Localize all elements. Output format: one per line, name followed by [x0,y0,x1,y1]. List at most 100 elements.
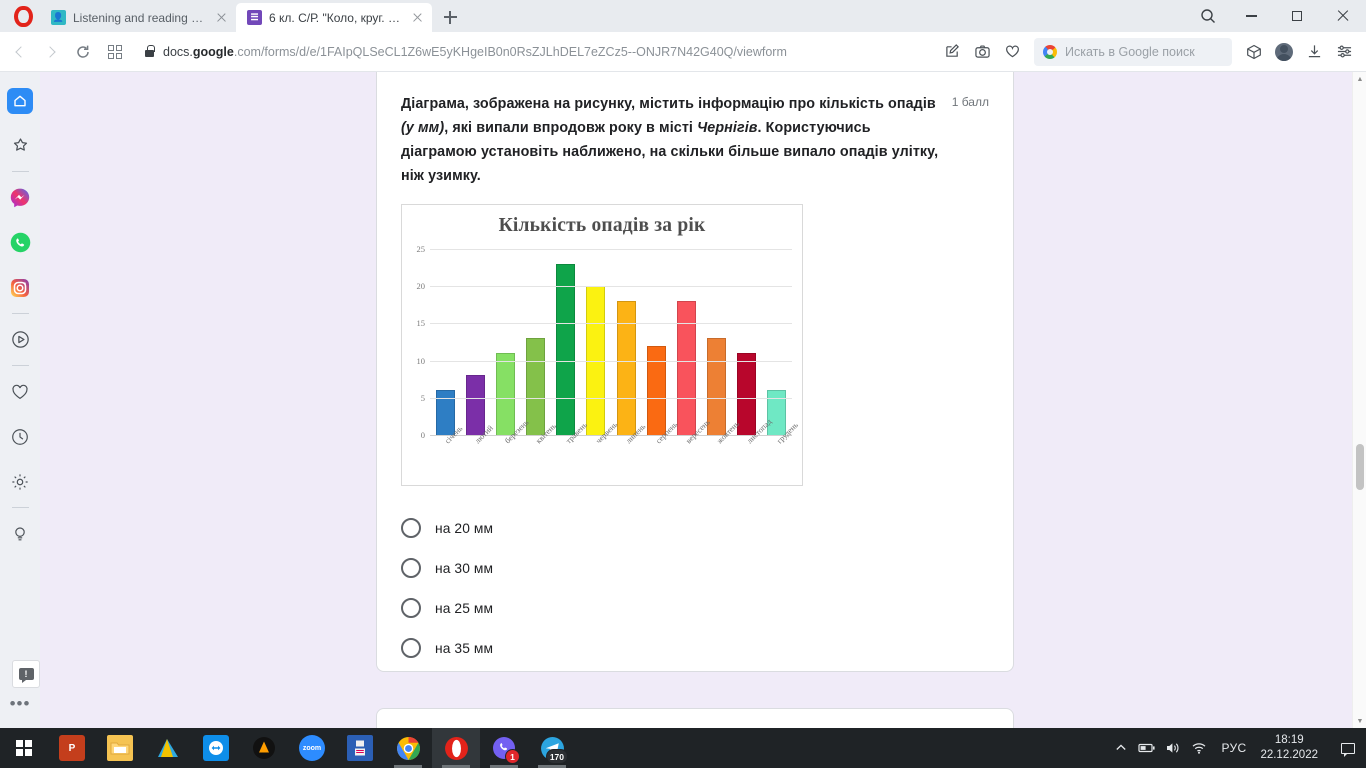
radio-button-icon[interactable] [401,518,421,538]
window-controls [1188,0,1366,32]
report-problem-icon: ! [18,668,34,683]
sidebar-item-messenger[interactable] [0,175,40,220]
taskbar-app-teamviewer[interactable] [192,728,240,768]
taskbar-app-chrome[interactable] [384,728,432,768]
report-problem-button[interactable]: ! [12,660,40,688]
chart-bars [430,249,792,435]
page-scrollbar[interactable]: ▲ ▼ [1352,72,1366,728]
browser-tab-0[interactable]: 👤 Listening and reading test [40,3,236,32]
teamviewer-icon [203,735,229,761]
sidebar-item-history[interactable] [0,414,40,459]
radio-button-icon[interactable] [401,598,421,618]
opera-browser-window: 👤 Listening and reading test ☰ 6 кл. С/Р… [0,0,1366,728]
chart-bar [495,353,515,435]
windows-taskbar: P zoom 1 170 РУС 18:19 22.12.2022 [0,728,1366,768]
feedback-glyph-label: ! [24,668,28,679]
chart-bar-slot [671,249,701,435]
taskbar-app-viber[interactable]: 1 [480,728,528,768]
taskbar-app-telegram[interactable]: 170 [528,728,576,768]
google-search-box[interactable]: Искать в Google поиск [1034,37,1232,66]
radio-option[interactable]: на 35 мм [401,628,1013,668]
heart-icon[interactable] [998,38,1026,66]
chart-x-slot: вересень [671,418,712,483]
maximize-button[interactable] [1274,0,1320,32]
clock-date: 22.12.2022 [1260,749,1318,761]
taskbar-app-avast[interactable] [240,728,288,768]
chart-x-slot: квітень [521,421,558,483]
player-icon [7,327,33,353]
radio-option[interactable]: на 20 мм [401,508,1013,548]
sidebar-item-home[interactable] [0,78,40,123]
wifi-icon[interactable] [1186,728,1212,768]
question-points: 1 балл [951,95,989,109]
new-tab-button[interactable] [436,3,464,31]
sidebar-item-favorites[interactable] [0,369,40,414]
option-label: на 20 мм [435,520,494,536]
file-explorer-icon [107,735,133,761]
tab-close-icon[interactable] [213,9,230,26]
chart-bar-slot [762,249,792,435]
chart-x-slot: липень [611,422,647,483]
taskbar-app-opera[interactable] [432,728,480,768]
minimize-button[interactable] [1228,0,1274,32]
scroll-down-icon[interactable]: ▼ [1353,714,1366,728]
chart-gridline: 5 [421,393,792,403]
scrollbar-thumb[interactable] [1356,444,1364,490]
chart-gridline: 20 [417,281,792,291]
sidebar-item-bookmarks[interactable] [0,123,40,168]
sidebar-item-settings[interactable] [0,459,40,504]
show-hidden-icons[interactable] [1108,728,1134,768]
sidebar-item-instagram[interactable] [0,265,40,310]
battery-icon[interactable] [1134,728,1160,768]
snapshot-edit-icon[interactable] [938,38,966,66]
radio-button-icon[interactable] [401,558,421,578]
url-text: docs.google.com/forms/d/e/1FAIpQLSeCL1Z6… [163,44,787,59]
avast-icon [251,735,277,761]
volume-icon[interactable] [1160,728,1186,768]
taskbar-app-autodesk[interactable] [144,728,192,768]
chrome-icon [395,735,421,761]
profile-avatar-icon[interactable] [1270,38,1298,66]
question-card-2: Із коробки з шоколадними цукерками та ка… [376,708,1014,728]
radio-button-icon[interactable] [401,638,421,658]
url-input[interactable]: docs.google.com/forms/d/e/1FAIpQLSeCL1Z6… [135,38,930,66]
browser-tab-1[interactable]: ☰ 6 кл. С/Р. "Коло, круг. Ймо [236,3,432,32]
instagram-icon [7,275,33,301]
language-indicator[interactable]: РУС [1212,741,1257,755]
taskbar-app-zoom[interactable]: zoom [288,728,336,768]
start-button[interactable] [0,728,48,768]
chart-y-tick-label: 0 [420,430,425,440]
tab-overview-icon[interactable] [100,37,130,67]
tab-strip: 👤 Listening and reading test ☰ 6 кл. С/Р… [0,0,1366,32]
sidebar-item-player[interactable] [0,317,40,362]
zoom-icon: zoom [299,735,325,761]
downloads-icon[interactable] [1300,38,1328,66]
google-logo-icon [1043,44,1057,59]
taskbar-app-powerpoint[interactable]: P [48,728,96,768]
camera-icon[interactable] [968,38,996,66]
chart-y-tick-label: 25 [416,244,426,254]
sidebar-more-button[interactable]: ••• [10,694,31,714]
sidebar-item-whatsapp[interactable] [0,220,40,265]
back-icon[interactable] [4,37,34,67]
opera-logo-icon[interactable] [6,0,40,32]
chart-bar-slot [430,249,460,435]
crypto-wallet-icon[interactable] [1240,38,1268,66]
scroll-up-icon[interactable]: ▲ [1353,72,1366,86]
tab-title: 6 кл. С/Р. "Коло, круг. Ймо [269,10,402,25]
taskbar-app-file-explorer[interactable] [96,728,144,768]
radio-option[interactable]: на 25 мм [401,588,1013,628]
radio-option[interactable]: на 30 мм [401,548,1013,588]
search-icon[interactable] [1188,0,1228,32]
reload-icon[interactable] [68,37,98,67]
tab-close-icon[interactable] [409,9,426,26]
action-center-icon[interactable] [1330,728,1366,768]
forward-icon[interactable] [36,37,66,67]
taskbar-app-save[interactable] [336,728,384,768]
sidebar-item-tips[interactable] [0,511,40,556]
sidebar-divider [11,171,29,172]
easy-setup-icon[interactable] [1330,38,1358,66]
notification-badge: 170 [545,749,568,764]
clock[interactable]: 18:19 22.12.2022 [1256,733,1330,763]
close-button[interactable] [1320,0,1366,32]
